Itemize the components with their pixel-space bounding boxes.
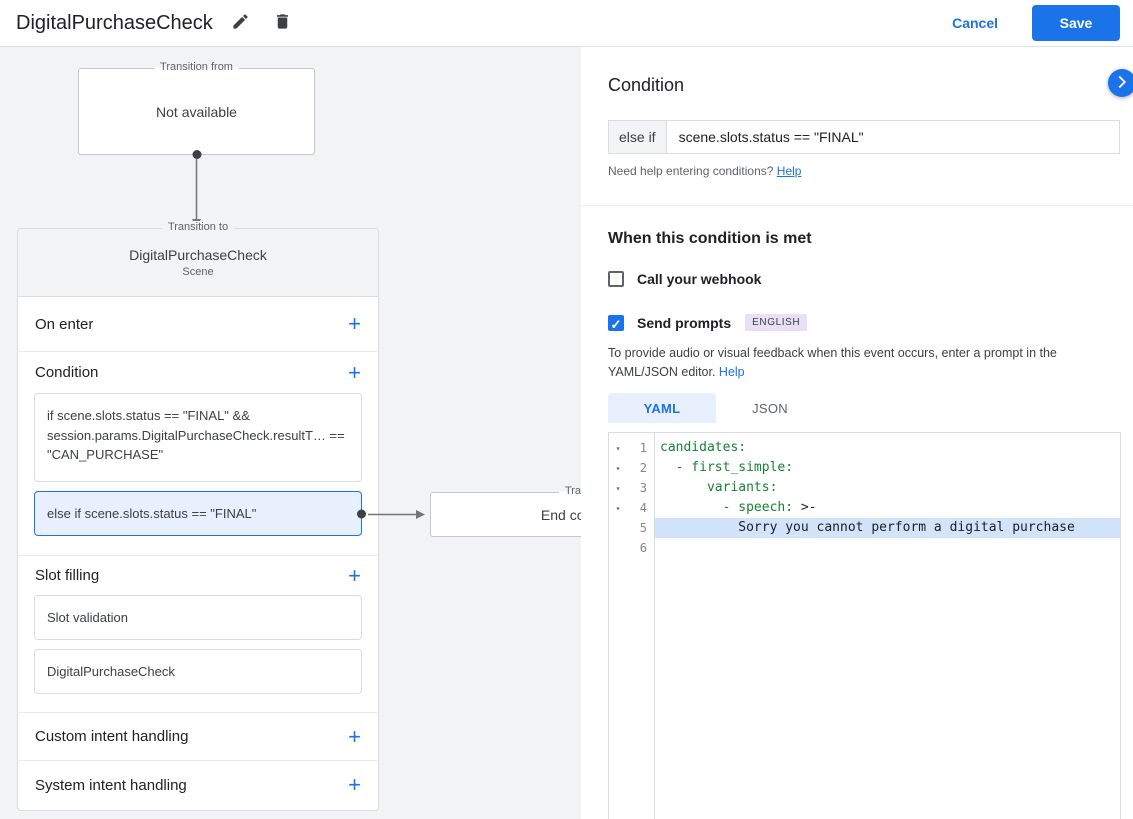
- custom-intent-section: Custom intent handling +: [18, 713, 378, 761]
- transition-arrow-right-icon: [368, 510, 425, 519]
- slot-card[interactable]: DigitalPurchaseCheck: [34, 649, 362, 694]
- fold-icon[interactable]: ▾: [609, 504, 627, 513]
- trash-icon: [273, 12, 292, 34]
- line-number: 3: [639, 481, 647, 495]
- code-token: >-: [793, 500, 817, 515]
- editor-tabs: YAML JSON: [608, 393, 824, 423]
- condition-expression-input[interactable]: [666, 121, 1119, 153]
- end-node-value: End conversation: [540, 506, 581, 523]
- end-conversation-node[interactable]: Transition to End conversation: [430, 485, 581, 537]
- condition-section-label: Condition: [35, 364, 99, 381]
- call-webhook-label: Call your webhook: [637, 271, 762, 287]
- code-token: - first_simple:: [675, 460, 794, 475]
- prompt-hint-text: To provide audio or visual feedback when…: [608, 344, 1120, 382]
- code-line[interactable]: variants:: [655, 478, 1120, 498]
- connector-dot: [192, 150, 201, 159]
- call-webhook-checkbox[interactable]: [608, 271, 624, 287]
- fold-icon[interactable]: ▾: [609, 464, 627, 473]
- editor-gutter: ▾ 1 ▾ 2 ▾ 3 ▾ 4 5 6: [609, 433, 655, 819]
- yaml-editor[interactable]: ▾ 1 ▾ 2 ▾ 3 ▾ 4 5 6 candidates: - first_simple: v…: [608, 432, 1121, 819]
- code-token: variants:: [706, 480, 778, 495]
- send-prompts-label: Send prompts: [637, 314, 732, 331]
- scene-diagram-canvas[interactable]: Transition from Not available Transition…: [0, 47, 581, 819]
- transition-arrow-down-icon: [192, 159, 201, 228]
- line-number: 2: [639, 461, 647, 475]
- custom-intent-label: Custom intent handling: [35, 728, 189, 745]
- line-number: 1: [639, 441, 647, 455]
- scene-node-title: DigitalPurchaseCheck: [129, 247, 267, 263]
- condition-editor-panel: Condition else if Need help entering con…: [581, 47, 1133, 819]
- code-line[interactable]: - speech: >-: [655, 498, 1120, 518]
- slot-filling-label: Slot filling: [35, 567, 100, 584]
- code-token: candidates:: [660, 440, 747, 455]
- condition-card-text: else if scene.slots.status == "FINAL": [47, 506, 257, 521]
- cancel-button[interactable]: Cancel: [952, 15, 998, 31]
- add-icon[interactable]: +: [348, 725, 361, 748]
- slot-filling-section: Slot filling + Slot validation DigitalPu…: [18, 556, 378, 713]
- transition-from-node[interactable]: Transition from Not available: [78, 61, 315, 159]
- condition-card-selected[interactable]: else if scene.slots.status == "FINAL": [34, 491, 366, 536]
- when-condition-met-title: When this condition is met: [608, 230, 812, 247]
- fold-icon[interactable]: ▾: [609, 484, 627, 493]
- save-button[interactable]: Save: [1032, 5, 1120, 41]
- rename-scene-button[interactable]: [227, 9, 255, 37]
- panel-title: Condition: [608, 75, 685, 95]
- line-number: 6: [639, 541, 647, 555]
- code-token: - speech:: [722, 500, 794, 515]
- transition-from-label: Transition from: [154, 61, 239, 73]
- collapse-panel-button[interactable]: [1108, 69, 1133, 97]
- fold-icon[interactable]: ▾: [609, 444, 627, 453]
- line-number: 5: [639, 521, 647, 535]
- add-icon[interactable]: +: [348, 564, 361, 587]
- hint-help-link[interactable]: Help: [719, 365, 745, 379]
- code-line[interactable]: candidates:: [655, 438, 1120, 458]
- help-link[interactable]: Help: [777, 164, 802, 178]
- editor-code[interactable]: candidates: - first_simple: variants: - …: [655, 433, 1120, 819]
- slot-card[interactable]: Slot validation: [34, 595, 362, 640]
- add-icon[interactable]: +: [348, 361, 361, 384]
- pencil-icon: [231, 12, 250, 34]
- code-token: Sorry you cannot perform a digital purch…: [660, 520, 1075, 535]
- page-title: DigitalPurchaseCheck: [16, 11, 213, 34]
- code-line[interactable]: Sorry you cannot perform a digital purch…: [655, 518, 1120, 538]
- delete-scene-button[interactable]: [269, 9, 297, 37]
- add-icon[interactable]: +: [348, 774, 361, 796]
- language-badge: ENGLISH: [745, 314, 808, 331]
- code-line[interactable]: [655, 538, 1120, 558]
- system-intent-section: System intent handling +: [18, 761, 378, 809]
- top-bar: DigitalPurchaseCheck Cancel Save: [0, 0, 1133, 47]
- panel-divider: [581, 205, 1133, 206]
- line-number: 4: [639, 501, 647, 515]
- tab-yaml[interactable]: YAML: [608, 393, 716, 423]
- connector-dot: [357, 509, 366, 518]
- scene-node-header: DigitalPurchaseCheck Scene: [18, 229, 378, 297]
- call-webhook-row: Call your webhook: [608, 271, 761, 287]
- scene-node-type: Scene: [182, 266, 214, 278]
- hint-body-text: To provide audio or visual feedback when…: [608, 346, 1057, 379]
- transition-from-value: Not available: [156, 103, 237, 120]
- send-prompts-checkbox[interactable]: ✓: [608, 314, 624, 332]
- chevron-right-icon: [1111, 71, 1133, 96]
- tab-json[interactable]: JSON: [716, 393, 824, 423]
- help-prompt-text: Need help entering conditions?: [608, 164, 777, 178]
- condition-card[interactable]: if scene.slots.status == "FINAL" && sess…: [34, 393, 362, 482]
- add-icon[interactable]: +: [348, 313, 361, 335]
- condition-section: Condition + if scene.slots.status == "FI…: [18, 352, 378, 556]
- send-prompts-row: ✓ Send prompts ENGLISH: [608, 314, 808, 332]
- end-node-label: Transition to: [558, 485, 581, 497]
- on-enter-label: On enter: [35, 315, 94, 333]
- condition-expression-row: else if: [608, 120, 1120, 154]
- condition-help-text: Need help entering conditions? Help: [608, 164, 801, 178]
- code-line[interactable]: - first_simple:: [655, 458, 1120, 478]
- condition-prefix-label: else if: [609, 121, 667, 153]
- system-intent-label: System intent handling: [35, 776, 187, 794]
- transition-to-label: Transition to: [161, 221, 235, 233]
- on-enter-section: On enter +: [18, 297, 378, 352]
- scene-node[interactable]: Transition to DigitalPurchaseCheck Scene…: [17, 221, 379, 811]
